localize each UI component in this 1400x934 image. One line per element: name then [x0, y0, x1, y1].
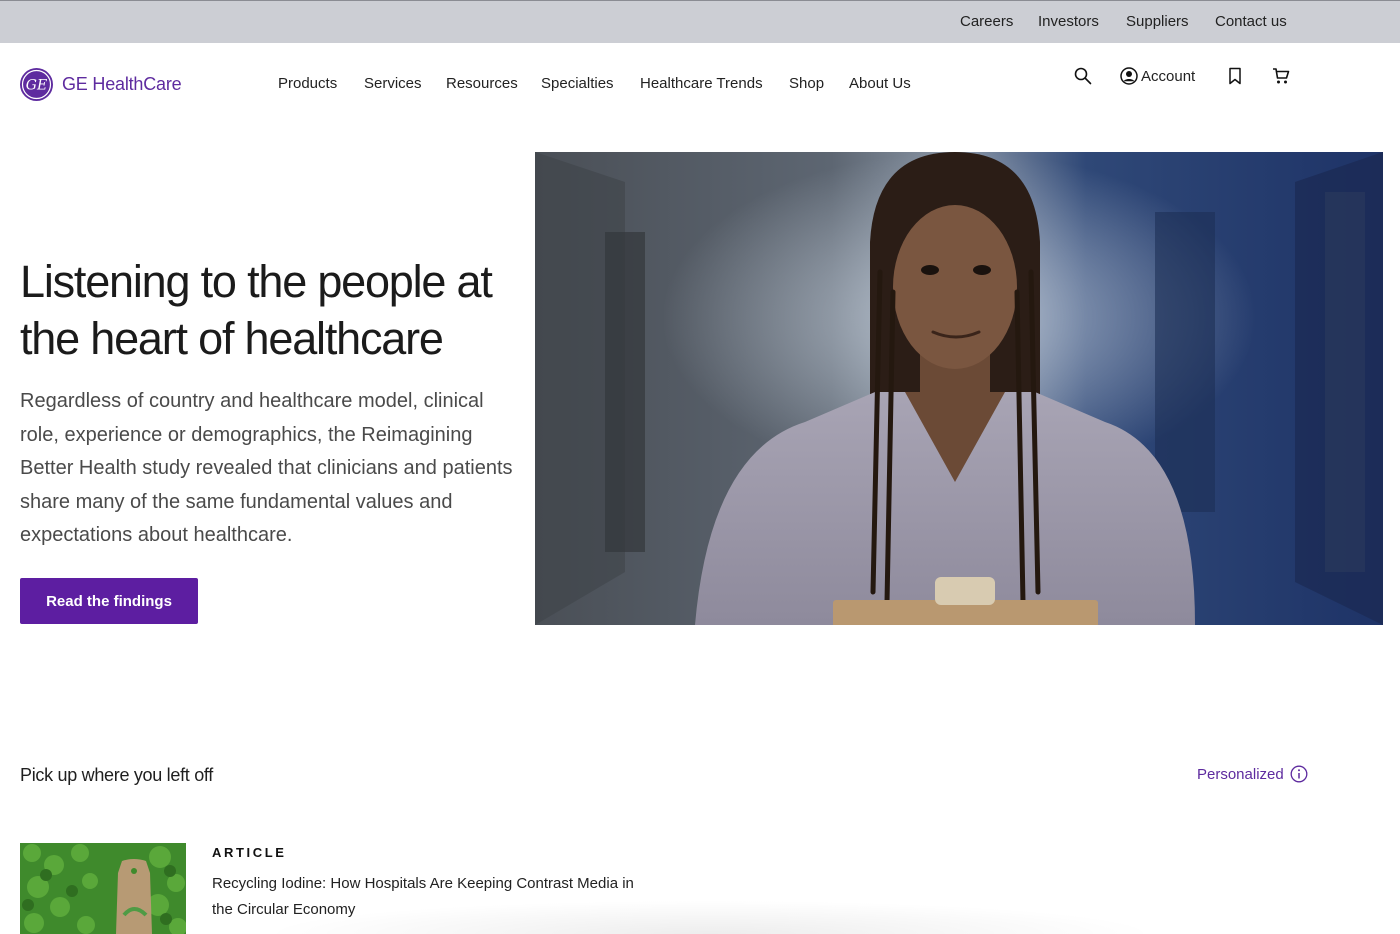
personalized-info-link[interactable]: Personalized — [1197, 765, 1308, 783]
article-title-link[interactable]: Recycling Iodine: How Hospitals Are Keep… — [212, 871, 652, 922]
nav-healthcare-trends[interactable]: Healthcare Trends — [640, 75, 763, 92]
article-thumbnail[interactable] — [20, 843, 186, 934]
hero-video[interactable] — [535, 152, 1383, 625]
nav-shop[interactable]: Shop — [789, 75, 824, 92]
nav-resources[interactable]: Resources — [446, 75, 518, 92]
utility-bar: Careers Investors Suppliers Contact us — [0, 0, 1400, 43]
ge-monogram-icon: GE — [20, 68, 53, 101]
cart-button[interactable] — [1272, 67, 1290, 85]
nav-services[interactable]: Services — [364, 75, 422, 92]
cart-icon — [1273, 68, 1290, 84]
main-nav: GE GE HealthCare Products Services Resou… — [0, 43, 1400, 125]
search-button[interactable] — [1074, 67, 1092, 85]
account-icon — [1120, 67, 1138, 85]
section-title: Pick up where you left off — [20, 765, 213, 785]
svg-text:GE: GE — [26, 78, 47, 94]
brand-logo[interactable]: GE GE HealthCare — [20, 68, 182, 101]
careers-link[interactable]: Careers — [960, 13, 1013, 30]
read-findings-button[interactable]: Read the findings — [20, 578, 198, 624]
clinician-portrait-image — [535, 152, 1383, 625]
nav-specialties[interactable]: Specialties — [541, 75, 614, 92]
personalized-label: Personalized — [1197, 765, 1284, 783]
hero-title: Listening to the people at the heart of … — [20, 256, 493, 364]
investors-link[interactable]: Investors — [1038, 13, 1099, 30]
account-button[interactable]: Account — [1120, 67, 1195, 85]
brand-name: GE HealthCare — [62, 74, 182, 94]
bookmark-icon — [1229, 67, 1241, 85]
nav-about-us[interactable]: About Us — [849, 75, 911, 92]
article-type-label: ARTICLE — [212, 845, 287, 860]
info-icon — [1290, 765, 1308, 783]
search-icon — [1074, 67, 1092, 85]
hero-description: Regardless of country and healthcare mod… — [20, 390, 513, 546]
bookmark-button[interactable] — [1228, 67, 1242, 85]
contact-us-link[interactable]: Contact us — [1215, 13, 1287, 30]
suppliers-link[interactable]: Suppliers — [1126, 13, 1189, 30]
account-label: Account — [1141, 67, 1196, 85]
recycling-tag-image — [20, 843, 186, 934]
nav-products[interactable]: Products — [278, 75, 337, 92]
